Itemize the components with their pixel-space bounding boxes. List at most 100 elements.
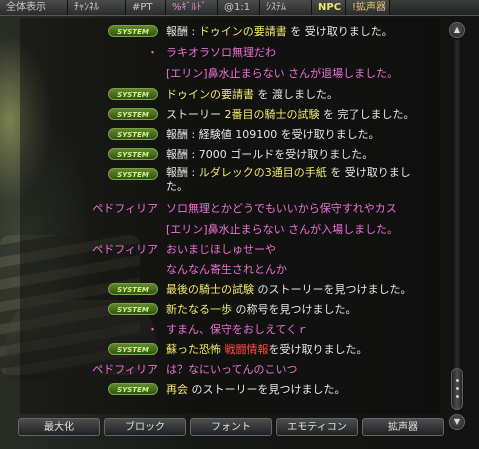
- chat-speaker[interactable]: ペドフィリア: [20, 361, 166, 377]
- chat-message: ストーリー 2番目の騎士の試験 を 完了しました。: [166, 106, 415, 122]
- chat-speaker[interactable]: ペドフィリア: [20, 200, 166, 216]
- chat-message: 最後の騎士の試験 のストーリーを見つけました。: [166, 281, 412, 297]
- message-fragment: すまん、保守をおしえてくｒ: [166, 323, 309, 336]
- chat-speaker[interactable]: ペドフィリア: [20, 241, 166, 257]
- tab-1[interactable]: ﾁｬﾝﾈﾙ: [68, 0, 126, 15]
- message-fragment: 蘇った恐怖: [166, 343, 221, 356]
- message-fragment: を受け取りました。: [268, 343, 368, 356]
- message-fragment: 戦闘情報: [221, 343, 269, 356]
- chat-message: おいまじほしゅせーや: [166, 241, 276, 257]
- message-fragment: ドゥインの要請書: [166, 88, 254, 101]
- system-badge: SYSTEM: [108, 383, 158, 395]
- message-fragment: 最後の騎士の試験: [166, 283, 254, 296]
- chat-line: SYSTEM 新たなる一歩 の称号を見つけました。: [20, 300, 460, 318]
- maximize-button[interactable]: 最大化: [18, 418, 100, 436]
- message-fragment: は？なにいってんのこいつ: [166, 363, 298, 376]
- font-button[interactable]: フォント: [190, 418, 272, 436]
- chat-line: SYSTEM ドゥインの要請書 を 渡しました。: [20, 85, 460, 103]
- chat-line: SYSTEM 報酬 : 7000 ゴールドを受け取りました。: [20, 145, 460, 163]
- message-fragment: のストーリーを見つけました。: [188, 383, 346, 396]
- chat-line: ペドフィリア は？なにいってんのこいつ: [20, 360, 460, 378]
- system-badge: SYSTEM: [108, 108, 158, 120]
- tab-2[interactable]: #PT: [126, 0, 166, 15]
- chat-message: は？なにいってんのこいつ: [166, 361, 297, 377]
- tab-3[interactable]: %ｷﾞﾙﾄﾞ: [166, 0, 218, 15]
- chat-speaker[interactable]: ・: [20, 44, 166, 60]
- chat-line: SYSTEM 再会 のストーリーを見つけました。: [20, 380, 460, 398]
- chat-message: 新たなる一歩 の称号を見つけました。: [166, 301, 357, 317]
- scroll-up-button[interactable]: ▲: [449, 22, 465, 38]
- chat-speaker[interactable]: ・: [20, 321, 166, 337]
- megaphone-button[interactable]: 拡声器: [362, 418, 444, 436]
- message-fragment: [エリン]鼻水止まらない さんが入場しました。: [166, 223, 399, 236]
- chat-line: SYSTEM ストーリー 2番目の騎士の試験 を 完了しました。: [20, 105, 460, 123]
- tab-0[interactable]: 全体表示: [0, 0, 68, 15]
- message-fragment: 報酬 : 経験値 109100 を受け取りました。: [166, 128, 380, 141]
- system-badge: SYSTEM: [108, 148, 158, 160]
- thumb-grip-icon: [456, 395, 459, 398]
- tab-5[interactable]: ｼｽﾃﾑ: [260, 0, 312, 15]
- chat-tab-bar: 全体表示 ﾁｬﾝﾈﾙ #PT %ｷﾞﾙﾄﾞ @1:1 ｼｽﾃﾑ NPC !拡声器: [0, 0, 479, 16]
- chat-log[interactable]: SYSTEM 報酬 : ドゥインの要請書 を 受け取りました。・ラキオラソロ無理だ…: [20, 18, 440, 414]
- message-fragment: [エリン]鼻水止まらない さんが退場しました。: [166, 67, 399, 80]
- message-fragment: ドゥインの要請書: [198, 25, 287, 38]
- chat-line: SYSTEM 報酬 : 経験値 109100 を受け取りました。: [20, 125, 460, 143]
- system-badge: SYSTEM: [108, 303, 158, 315]
- message-fragment: 報酬 : 7000 ゴールドを受け取りました。: [166, 148, 374, 161]
- message-fragment: の称号を見つけました。: [232, 303, 357, 316]
- chat-line: ペドフィリア ソロ無理とかどうでもいいから保守すれやカス: [20, 199, 460, 217]
- message-fragment: のストーリーを見つけました。: [254, 283, 412, 296]
- chat-line: SYSTEM 蘇った恐怖 戦闘情報を受け取りました。: [20, 340, 460, 358]
- chat-line: SYSTEM 最後の騎士の試験 のストーリーを見つけました。: [20, 280, 460, 298]
- emoticon-button[interactable]: エモティコン: [276, 418, 358, 436]
- message-fragment: 2番目の騎士の試験: [224, 108, 320, 121]
- chat-message: 蘇った恐怖 戦闘情報を受け取りました。: [166, 341, 368, 357]
- chat-message: なんなん寄生されとんか: [166, 261, 287, 277]
- message-fragment: おいまじほしゅせーや: [166, 243, 276, 256]
- message-fragment: を 渡しました。: [254, 88, 338, 101]
- chat-line: ・ラキオラソロ無理だわ: [20, 43, 460, 61]
- message-fragment: ソロ無理とかどうでもいいから保守すれやカス: [166, 202, 397, 215]
- chat-bottom-bar: 最大化 ブロック フォント エモティコン 拡声器: [18, 418, 448, 438]
- system-badge: SYSTEM: [108, 168, 158, 180]
- message-fragment: 報酬 :: [166, 166, 199, 179]
- thumb-grip-icon: [456, 387, 459, 390]
- message-fragment: 新たなる一歩: [166, 303, 232, 316]
- message-fragment: を 受け取りました。: [286, 25, 393, 38]
- chat-message: [エリン]鼻水止まらない さんが入場しました。: [166, 221, 398, 237]
- chat-scrollbar[interactable]: ▲ ▼: [447, 18, 467, 430]
- chat-line: [エリン]鼻水止まらない さんが退場しました。: [20, 64, 460, 82]
- scroll-thumb[interactable]: [451, 368, 463, 410]
- chat-line: [エリン]鼻水止まらない さんが入場しました。: [20, 220, 460, 238]
- message-fragment: ルダレックの3通目の手紙: [198, 166, 327, 179]
- chat-line: なんなん寄生されとんか: [20, 260, 460, 278]
- scroll-track[interactable]: [452, 40, 462, 410]
- block-button[interactable]: ブロック: [104, 418, 186, 436]
- chat-line: SYSTEM 報酬 : ドゥインの要請書 を 受け取りました。: [20, 22, 460, 40]
- chat-message: すまん、保守をおしえてくｒ: [166, 321, 308, 337]
- chat-message: 報酬 : ルダレックの3通目の手紙 を 受け取りました。: [166, 166, 431, 194]
- message-fragment: を 完了しました。: [319, 108, 415, 121]
- system-badge: SYSTEM: [108, 88, 158, 100]
- system-badge: SYSTEM: [108, 25, 158, 37]
- message-fragment: ストーリー: [166, 108, 225, 121]
- chat-message: [エリン]鼻水止まらない さんが退場しました。: [166, 65, 398, 81]
- tab-6[interactable]: NPC: [312, 0, 346, 15]
- chat-message: 報酬 : ドゥインの要請書 を 受け取りました。: [166, 23, 393, 39]
- system-badge: SYSTEM: [108, 343, 158, 355]
- message-fragment: 再会: [166, 383, 188, 396]
- chat-line: SYSTEM 報酬 : ルダレックの3通目の手紙 を 受け取りました。: [20, 166, 460, 196]
- message-fragment: なんなん寄生されとんか: [166, 263, 287, 276]
- chat-line: ・すまん、保守をおしえてくｒ: [20, 320, 460, 338]
- message-fragment: ラキオラソロ無理だわ: [166, 46, 276, 59]
- chat-message: ソロ無理とかどうでもいいから保守すれやカス: [166, 200, 397, 216]
- system-badge: SYSTEM: [108, 128, 158, 140]
- chat-message: 再会 のストーリーを見つけました。: [166, 381, 346, 397]
- chat-line: ペドフィリア おいまじほしゅせーや: [20, 240, 460, 258]
- tab-4[interactable]: @1:1: [218, 0, 260, 15]
- thumb-grip-icon: [456, 379, 459, 382]
- tab-7[interactable]: !拡声器: [346, 0, 390, 15]
- scroll-down-button[interactable]: ▼: [449, 414, 465, 430]
- chat-message: ドゥインの要請書 を 渡しました。: [166, 86, 338, 102]
- chat-message: 報酬 : 7000 ゴールドを受け取りました。: [166, 146, 373, 162]
